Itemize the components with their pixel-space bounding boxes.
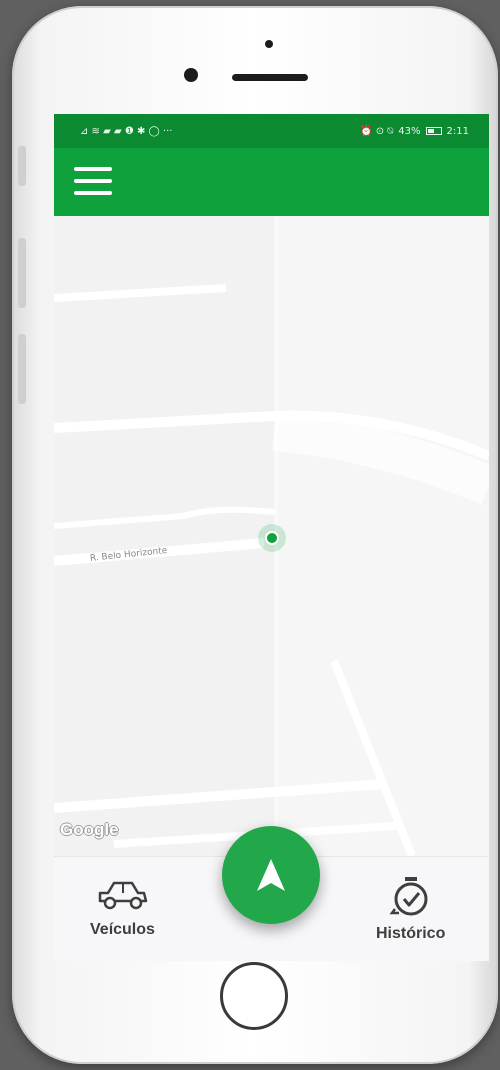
- status-right-icons: ⏰ ⊙ ⍉: [360, 125, 394, 137]
- status-left-icons: ⊿ ≋ ▰ ▰ ❶ ✱ ◯ ···: [80, 125, 173, 137]
- navigation-fab-button[interactable]: [222, 826, 320, 924]
- clock: 2:11: [446, 125, 469, 137]
- status-right-group: ⏰ ⊙ ⍉ 43% 2:11: [360, 126, 469, 137]
- app-bar: [54, 148, 489, 216]
- timer-history-icon: [389, 877, 428, 916]
- road-curve: [54, 506, 277, 529]
- road-upper-left: [54, 284, 227, 302]
- home-button[interactable]: [220, 962, 288, 1030]
- battery-icon: [425, 127, 442, 135]
- nav-vehicles[interactable]: Veículos: [90, 875, 155, 939]
- screen: ⊿ ≋ ▰ ▰ ❶ ✱ ◯ ··· ⏰ ⊙ ⍉ 43% 2:11 R. Belo…: [54, 114, 489, 961]
- nav-vehicles-label: Veículos: [90, 921, 155, 938]
- phone-frame: ⊿ ≋ ▰ ▰ ❶ ✱ ◯ ··· ⏰ ⊙ ⍉ 43% 2:11 R. Belo…: [12, 6, 498, 1064]
- earpiece-speaker: [232, 74, 308, 81]
- nav-history-label: Histórico: [376, 925, 446, 942]
- nav-history[interactable]: Histórico: [376, 875, 445, 943]
- volume-down-button: [18, 334, 26, 404]
- hamburger-icon[interactable]: [74, 165, 114, 199]
- navigation-arrow-icon: [257, 859, 285, 891]
- front-camera: [184, 68, 198, 82]
- battery-percent: 43%: [398, 125, 421, 137]
- map-view[interactable]: R. Belo Horizonte Google: [54, 216, 489, 856]
- volume-up-button: [18, 238, 26, 308]
- current-location-marker[interactable]: [258, 524, 286, 552]
- mute-switch: [18, 146, 26, 186]
- status-bar: ⊿ ≋ ▰ ▰ ❶ ✱ ◯ ··· ⏰ ⊙ ⍉ 43% 2:11: [54, 114, 489, 148]
- proximity-sensor: [265, 40, 273, 48]
- map-block-right: [276, 216, 489, 856]
- google-attribution: Google: [60, 820, 119, 839]
- car-icon: [99, 881, 148, 910]
